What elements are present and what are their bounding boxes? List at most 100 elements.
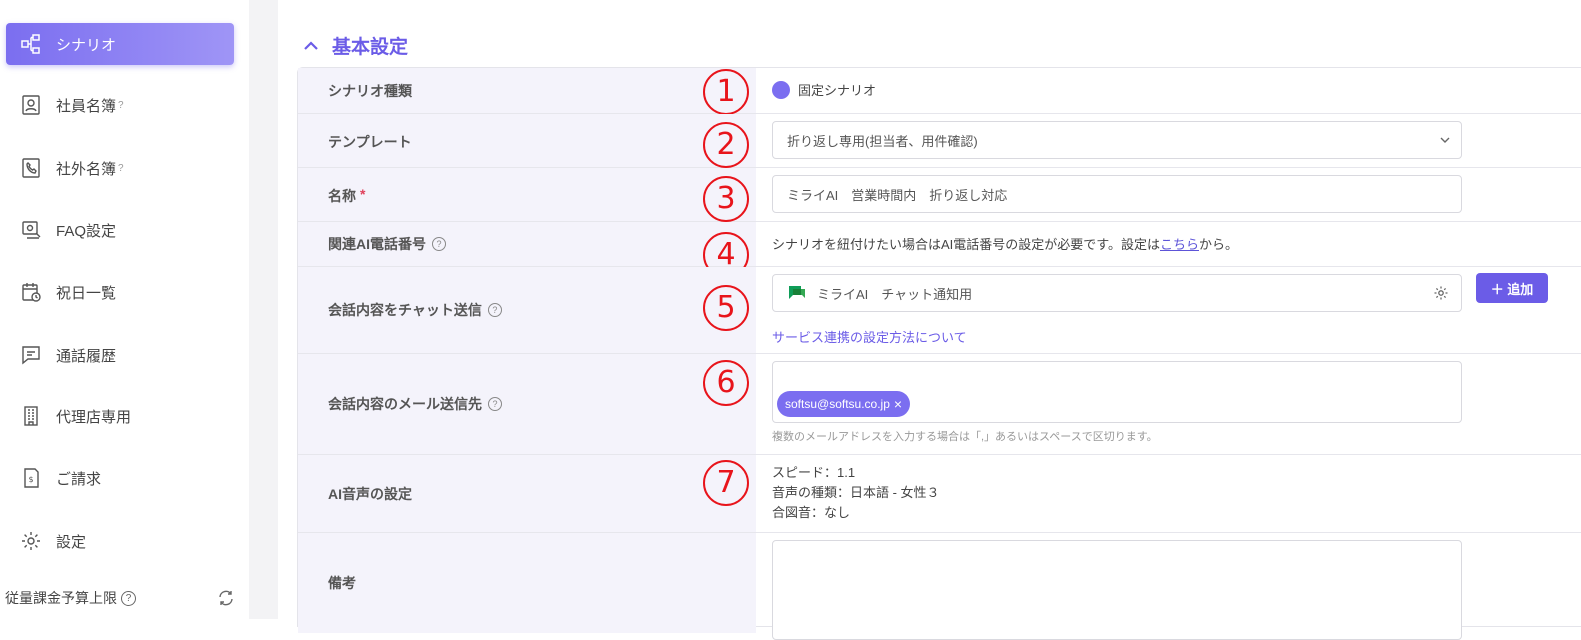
- sidebar-item-label: 社外名簿: [56, 160, 117, 178]
- call-history-icon: [20, 344, 42, 366]
- sidebar-item-settings[interactable]: 設定: [6, 520, 234, 562]
- annotation-number: 6: [703, 360, 749, 406]
- sidebar-item-faq[interactable]: FAQ設定: [6, 209, 234, 251]
- main-content: 基本設定 シナリオ種類 1 固定シナリオ テンプレート 2 折り返し専用(担当者…: [278, 0, 1581, 640]
- row-ai-phone: 関連AI電話番号? 4 シナリオを紐付けたい場合はAI電話番号の設定が必要です。…: [298, 222, 1581, 278]
- scenario-type-value: 固定シナリオ: [798, 83, 877, 98]
- name-value: ミライAI 営業時間内 折り返し対応: [787, 187, 1008, 203]
- field-label: 名称 *: [298, 168, 756, 221]
- value-cell: シナリオを紐付けたい場合はAI電話番号の設定が必要です。設定はこちらから。: [756, 222, 1581, 266]
- refresh-icon[interactable]: [217, 589, 235, 607]
- budget-label: 従量課金予算上限: [5, 590, 117, 606]
- external-directory-icon: [20, 157, 42, 179]
- chevron-up-icon[interactable]: [302, 37, 320, 55]
- sidebar-item-billing[interactable]: $ ご請求: [6, 457, 234, 499]
- section-title: 基本設定: [332, 37, 409, 58]
- annotation-number: 5: [703, 285, 749, 331]
- field-label: AI音声の設定: [298, 455, 756, 532]
- voice-chime: 合図音：なし: [772, 505, 851, 520]
- building-icon: [20, 405, 42, 427]
- service-integration-link[interactable]: サービス連携の設定方法について: [772, 327, 967, 346]
- row-template: テンプレート 2 折り返し専用(担当者、用件確認): [298, 114, 1581, 168]
- annotation-number: 7: [703, 460, 749, 506]
- gear-icon[interactable]: [1433, 285, 1449, 301]
- sidebar-item-scenario[interactable]: シナリオ: [6, 23, 234, 65]
- google-chat-icon: [789, 286, 805, 299]
- sidebar-item-agency[interactable]: 代理店専用: [6, 395, 234, 437]
- field-label: テンプレート: [298, 114, 756, 167]
- value-cell: スピード：1.1 音声の種類：日本語 - 女性３ 合図音：なし: [756, 455, 1581, 532]
- field-label: 会話内容のメール送信先?: [298, 354, 756, 454]
- scenario-icon: [20, 33, 42, 55]
- field-label: 備考: [298, 533, 756, 633]
- annotation-number: 3: [703, 176, 749, 222]
- email-tag: softsu@softsu.co.jp ×: [777, 391, 911, 417]
- budget-limit[interactable]: 従量課金予算上限 ?: [5, 587, 241, 609]
- chat-target-value: ミライAI チャット通知用: [817, 286, 973, 302]
- invoice-icon: $: [20, 467, 42, 489]
- template-value: 折り返し専用(担当者、用件確認): [787, 133, 978, 149]
- help-icon[interactable]: ?: [487, 303, 502, 317]
- field-label: シナリオ種類: [298, 68, 756, 113]
- value-cell: ミライAI 営業時間内 折り返し対応: [756, 168, 1581, 221]
- sidebar-item-label: 設定: [56, 533, 87, 551]
- calendar-icon: [20, 281, 42, 303]
- gear-icon: [20, 530, 42, 552]
- voice-speed: スピード：1.1: [772, 465, 856, 480]
- memo-textarea[interactable]: [772, 540, 1462, 640]
- faq-icon: [20, 219, 42, 241]
- sidebar-item-holidays[interactable]: 祝日一覧: [6, 271, 234, 313]
- help-icon[interactable]: ?: [118, 100, 124, 111]
- divider: [249, 0, 278, 619]
- voice-type: 音声の種類：日本語 - 女性３: [772, 485, 940, 500]
- ai-phone-note: シナリオを紐付けたい場合はAI電話番号の設定が必要です。設定はこちらから。: [772, 237, 1239, 252]
- required-mark: *: [360, 186, 366, 202]
- help-icon[interactable]: ?: [432, 237, 446, 251]
- row-name: 名称 * 3 ミライAI 営業時間内 折り返し対応: [298, 168, 1581, 222]
- help-icon[interactable]: ?: [118, 163, 124, 174]
- sidebar: シナリオ 社員名簿 ? 社外名簿 ? FAQ設定 祝日一覧 通話履歴 代理店専用…: [0, 0, 249, 619]
- template-select[interactable]: 折り返し専用(担当者、用件確認): [772, 121, 1462, 159]
- row-memo: 備考: [298, 533, 1581, 640]
- chat-target-select[interactable]: ミライAI チャット通知用: [772, 274, 1462, 312]
- employee-directory-icon: [20, 94, 42, 116]
- sidebar-item-label: 代理店専用: [56, 408, 132, 426]
- sidebar-item-label: シナリオ: [56, 36, 117, 54]
- annotation-number: 1: [703, 69, 749, 115]
- sidebar-item-label: FAQ設定: [56, 222, 117, 240]
- radio-selected-icon: [772, 80, 790, 99]
- sidebar-item-employee-directory[interactable]: 社員名簿 ?: [6, 84, 234, 126]
- field-label: 関連AI電話番号?: [298, 222, 756, 266]
- voice-settings: スピード：1.1 音声の種類：日本語 - 女性３ 合図音：なし: [772, 463, 940, 523]
- annotation-number: 2: [703, 122, 749, 168]
- help-icon[interactable]: ?: [488, 397, 502, 411]
- sidebar-item-label: ご請求: [56, 470, 102, 488]
- help-icon[interactable]: ?: [121, 590, 136, 606]
- sidebar-item-external-directory[interactable]: 社外名簿 ?: [6, 147, 234, 189]
- email-tag-label: softsu@softsu.co.jp: [785, 397, 890, 411]
- value-cell: [756, 533, 1581, 640]
- section-header[interactable]: 基本設定: [302, 32, 408, 59]
- add-button[interactable]: ＋ 追加: [1476, 273, 1548, 303]
- row-mail: 会話内容のメール送信先? 6 softsu@softsu.co.jp × 複数の…: [298, 354, 1581, 455]
- name-input[interactable]: ミライAI 営業時間内 折り返し対応: [772, 175, 1462, 213]
- row-chat: 会話内容をチャット送信? 5 ミライAI チャット通知用 ＋ 追加 サービス連携…: [298, 267, 1581, 354]
- sidebar-item-label: 社員名簿: [56, 97, 117, 115]
- scenario-type-radio[interactable]: 固定シナリオ: [772, 80, 876, 99]
- mail-recipients-input[interactable]: softsu@softsu.co.jp ×: [772, 361, 1462, 423]
- field-label: 会話内容をチャット送信?: [298, 267, 756, 353]
- close-icon[interactable]: ×: [894, 396, 902, 412]
- chevron-down-icon: [1440, 137, 1450, 143]
- mail-hint: 複数のメールアドレスを入力する場合は「,」あるいはスペースで区切ります。: [772, 431, 1158, 443]
- value-cell: ミライAI チャット通知用 ＋ 追加 サービス連携の設定方法について: [756, 267, 1581, 353]
- row-voice: AI音声の設定 7 スピード：1.1 音声の種類：日本語 - 女性３ 合図音：な…: [298, 455, 1581, 533]
- value-cell: softsu@softsu.co.jp × 複数のメールアドレスを入力する場合は…: [756, 354, 1581, 454]
- sidebar-item-label: 祝日一覧: [56, 284, 117, 302]
- svg-text:$: $: [29, 475, 34, 484]
- value-cell: 固定シナリオ: [756, 68, 1581, 113]
- row-scenario-type: シナリオ種類 1 固定シナリオ: [298, 68, 1581, 115]
- settings-table: シナリオ種類 1 固定シナリオ テンプレート 2 折り返し専用(担当者、用件確認…: [297, 67, 1581, 640]
- sidebar-item-call-history[interactable]: 通話履歴: [6, 334, 234, 376]
- value-cell: 折り返し専用(担当者、用件確認): [756, 114, 1581, 167]
- settings-link[interactable]: こちら: [1160, 237, 1199, 252]
